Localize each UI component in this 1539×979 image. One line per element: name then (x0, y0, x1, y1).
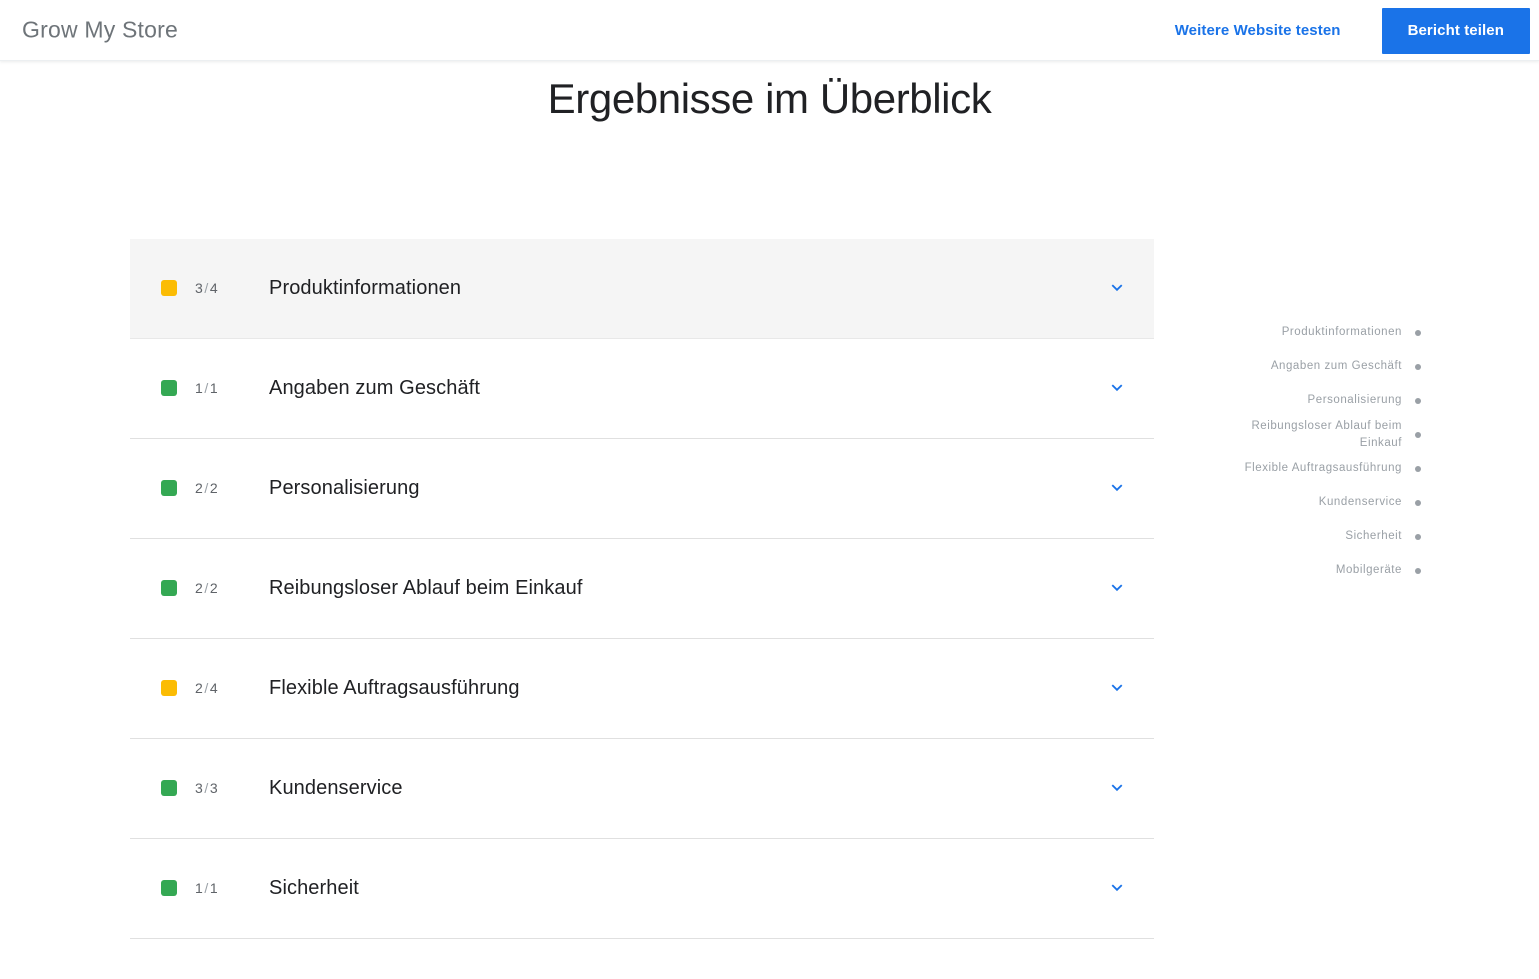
accordion-row-label: Angaben zum Geschäft (269, 376, 481, 399)
score-value: 2 (195, 680, 205, 697)
status-indicator (161, 480, 177, 497)
accordion-row-label: Kundenservice (269, 776, 403, 799)
chevron-down-icon[interactable] (1105, 676, 1129, 700)
accordion-row-label: Personalisierung (269, 476, 420, 499)
section-nav-dot-icon (1415, 465, 1421, 472)
chevron-down-icon[interactable] (1105, 576, 1129, 600)
score-text: 3/4 (195, 280, 243, 296)
score-total: 1 (209, 380, 220, 397)
section-nav-item[interactable]: Personalisierung (1221, 384, 1421, 418)
chevron-down-icon[interactable] (1105, 376, 1129, 400)
score-text: 2/2 (195, 580, 243, 596)
header-actions: Weitere Website testen Bericht teilen (1175, 0, 1539, 61)
test-another-site-link[interactable]: Weitere Website testen (1175, 22, 1341, 39)
section-navigation: Produktinformationen Angaben zum Geschäft… (1221, 316, 1421, 588)
accordion-row-label: Flexible Auftragsausführung (269, 676, 520, 699)
section-nav-label: Sicherheit (1345, 530, 1402, 543)
page-title: Ergebnisse im Überblick (547, 75, 992, 122)
chevron-down-icon[interactable] (1105, 476, 1129, 500)
section-nav-item[interactable]: Reibungsloser Ablauf beim Einkauf (1221, 418, 1421, 452)
accordion-row[interactable]: 2/2 Reibungsloser Ablauf beim Einkauf (130, 538, 1154, 639)
score-total: 3 (209, 780, 220, 797)
section-nav-label: Angaben zum Geschäft (1270, 360, 1402, 373)
accordion-row[interactable]: 2/4 Flexible Auftragsausführung (130, 638, 1154, 739)
section-nav-item[interactable]: Angaben zum Geschäft (1221, 350, 1421, 384)
section-nav-item[interactable]: Sicherheit (1221, 520, 1421, 554)
section-nav-dot-icon (1415, 567, 1421, 574)
status-indicator (161, 280, 177, 297)
brand-logo: Grow My Store (22, 16, 178, 43)
accordion-row[interactable]: 1/1 Angaben zum Geschäft (130, 338, 1154, 439)
accordion-row-label: Produktinformationen (269, 276, 462, 299)
score-value: 2 (195, 480, 205, 497)
section-nav-label: Personalisierung (1307, 394, 1402, 407)
score-text: 2/2 (195, 480, 243, 496)
accordion-row[interactable]: 1/1 Sicherheit (130, 838, 1154, 939)
score-text: 2/4 (195, 680, 243, 696)
score-value: 1 (195, 380, 205, 397)
score-text: 3/3 (195, 780, 243, 796)
score-value: 3 (195, 280, 205, 297)
section-nav-item[interactable]: Flexible Auftragsausführung (1221, 452, 1421, 486)
section-nav-dot-icon (1415, 533, 1421, 540)
score-value: 1 (195, 880, 205, 897)
chevron-down-icon[interactable] (1105, 876, 1129, 900)
score-total: 2 (209, 480, 220, 497)
app-header: Grow My Store Weitere Website testen Ber… (0, 0, 1539, 61)
section-nav-label: Reibungsloser Ablauf beim Einkauf (1251, 420, 1402, 449)
section-nav-item[interactable]: Mobilgeräte (1221, 554, 1421, 588)
score-value: 3 (195, 780, 205, 797)
accordion-row[interactable]: 2/2 Personalisierung (130, 438, 1154, 539)
section-nav-label: Mobilgeräte (1335, 564, 1402, 577)
accordion-row[interactable]: 1/2Mobilgeräte (130, 938, 1154, 979)
chevron-down-icon[interactable] (1105, 776, 1129, 800)
section-nav-dot-icon (1415, 499, 1421, 506)
chevron-down-icon[interactable] (1105, 276, 1129, 300)
status-indicator (161, 580, 177, 597)
accordion-row-label: Reibungsloser Ablauf beim Einkauf (269, 576, 583, 599)
section-nav-item[interactable]: Kundenservice (1221, 486, 1421, 520)
status-indicator (161, 680, 177, 697)
results-accordion: 3/4 Produktinformationen 1/1 Angaben zum Ge… (130, 238, 1154, 979)
score-text: 1/1 (195, 880, 243, 896)
score-total: 1 (209, 880, 220, 897)
score-total: 2 (209, 580, 220, 597)
score-value: 2 (195, 580, 205, 597)
section-nav-label: Flexible Auftragsausführung (1244, 462, 1402, 475)
section-nav-item[interactable]: Produktinformationen (1221, 316, 1421, 350)
section-nav-dot-icon (1415, 363, 1421, 370)
score-text: 1/1 (195, 380, 243, 396)
section-nav-dot-icon (1415, 329, 1421, 336)
status-indicator (161, 780, 177, 797)
status-indicator (161, 880, 177, 897)
section-nav-dot-icon (1415, 431, 1421, 438)
section-nav-label: Kundenservice (1318, 496, 1402, 509)
section-nav-dot-icon (1415, 397, 1421, 404)
share-report-button[interactable]: Bericht teilen (1381, 7, 1530, 54)
section-nav-label: Produktinformationen (1281, 326, 1402, 339)
score-total: 4 (209, 680, 220, 697)
accordion-row[interactable]: 3/3 Kundenservice (130, 738, 1154, 839)
accordion-row[interactable]: 3/4 Produktinformationen (130, 238, 1154, 339)
score-total: 4 (209, 280, 220, 297)
accordion-row-label: Sicherheit (269, 876, 359, 899)
status-indicator (161, 380, 177, 397)
